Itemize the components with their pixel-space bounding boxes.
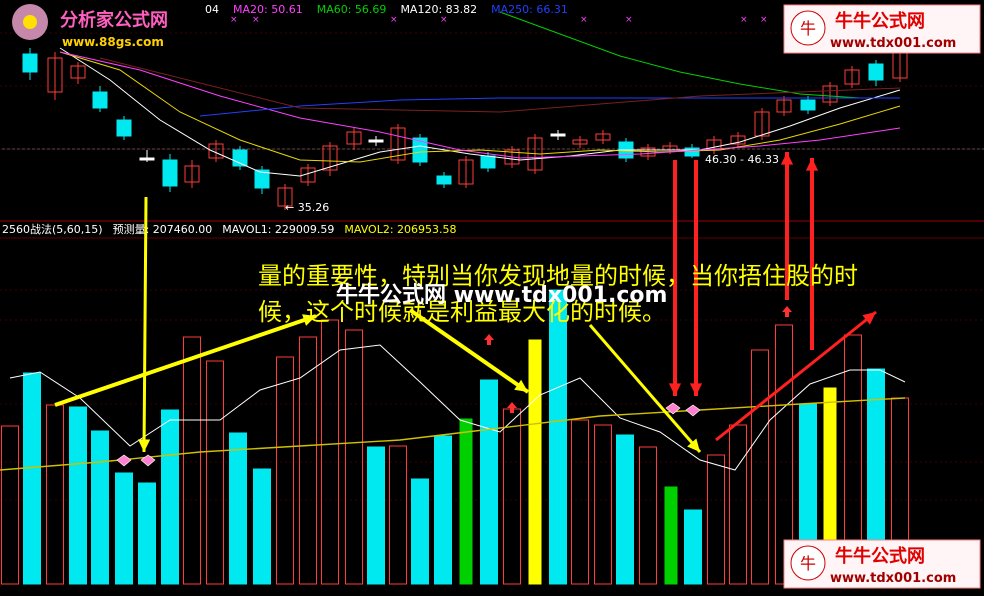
volume-bar-down [161,409,179,585]
volume-bar-down [91,430,109,585]
top-left-logo-title: 分析家公式网 [60,9,168,31]
top-left-logo-url: www.88gs.com [62,35,164,49]
down-candle [480,155,496,169]
down-candle [436,175,452,185]
down-candle [550,133,566,137]
low-price-marker: ← 35.26 [285,201,329,214]
cow-face-icon: 牛 [800,19,816,38]
volume-bar-down [411,478,429,585]
volume-bar-down [367,446,385,585]
top-right-logo-url: www.tdx001.com [830,36,956,51]
stock-chart-window: × × × × × × × × 04 MA20: 50.61 MA60: 56.69 MA120: … [0,0,984,592]
volume-bar-down [253,468,271,585]
signal-marker-icon: × [440,15,448,25]
volume-bar-down [229,432,247,585]
signal-marker-icon: × [625,15,633,25]
volume-bar-down [115,472,133,585]
signal-marker-icon: × [740,15,748,25]
stock-chart-svg[interactable]: × × × × × × × × 04 MA20: 50.61 MA60: 56.69 MA120: … [0,0,984,592]
legend-item: MAVOL2: 206953.58 [344,223,456,236]
volume-bar-down [23,372,41,585]
bottom-right-logo-url: www.tdx001.com [830,571,956,586]
legend-item: MA20: 50.61 [233,3,303,16]
top-right-logo: 牛 牛牛公式网 www.tdx001.com [783,4,981,54]
volume-bar-down [616,434,634,585]
down-candle [92,91,108,109]
down-candle [139,157,155,161]
legend-item: MAVOL1: 229009.59 [222,223,334,236]
legend-item: MA250: 66.31 [491,3,568,16]
signal-marker-icon: × [390,15,398,25]
volume-indicator-legend: 2560战法(5,60,15) 预测量: 207460.00 MAVOL1: 229… [2,222,457,236]
legend-item: MA60: 56.69 [317,3,387,16]
overlay-watermark: 牛牛公式网 www.tdx001.com [336,282,667,308]
down-candle [22,53,38,73]
bottom-right-logo-title: 牛牛公式网 [835,545,925,567]
signal-marker-icon: × [580,15,588,25]
signal-marker-icon: × [252,15,260,25]
legend-item: 04 [205,3,219,16]
legend-item: 2560战法(5,60,15) [2,222,103,236]
price-range-label: 46.30 - 46.33 [705,153,779,166]
legend-item: 预测量: 207460.00 [113,223,213,236]
flower-center-icon [23,15,37,29]
down-candle [368,139,384,143]
volume-bar-down [684,509,702,585]
volume-bar-down [480,379,498,585]
volume-bar-down [549,289,567,585]
down-candle [116,119,132,137]
volume-bar-down [459,418,473,585]
down-candle [162,159,178,187]
volume-bar-down [138,482,156,585]
legend-item: MA120: 83.82 [400,3,477,16]
signal-marker-icon: × [230,15,238,25]
volume-bar-down [664,486,678,585]
bottom-right-logo: 牛 牛牛公式网 www.tdx001.com [783,539,981,589]
cow-face-icon: 牛 [800,554,816,573]
down-candle [684,147,700,157]
top-right-logo-title: 牛牛公式网 [835,10,925,32]
volume-bar-down [69,406,87,585]
volume-bar-down [528,339,542,585]
down-candle [800,99,816,111]
volume-bar-down [434,435,452,585]
signal-marker-icon: × [760,15,768,25]
down-candle [868,63,884,81]
